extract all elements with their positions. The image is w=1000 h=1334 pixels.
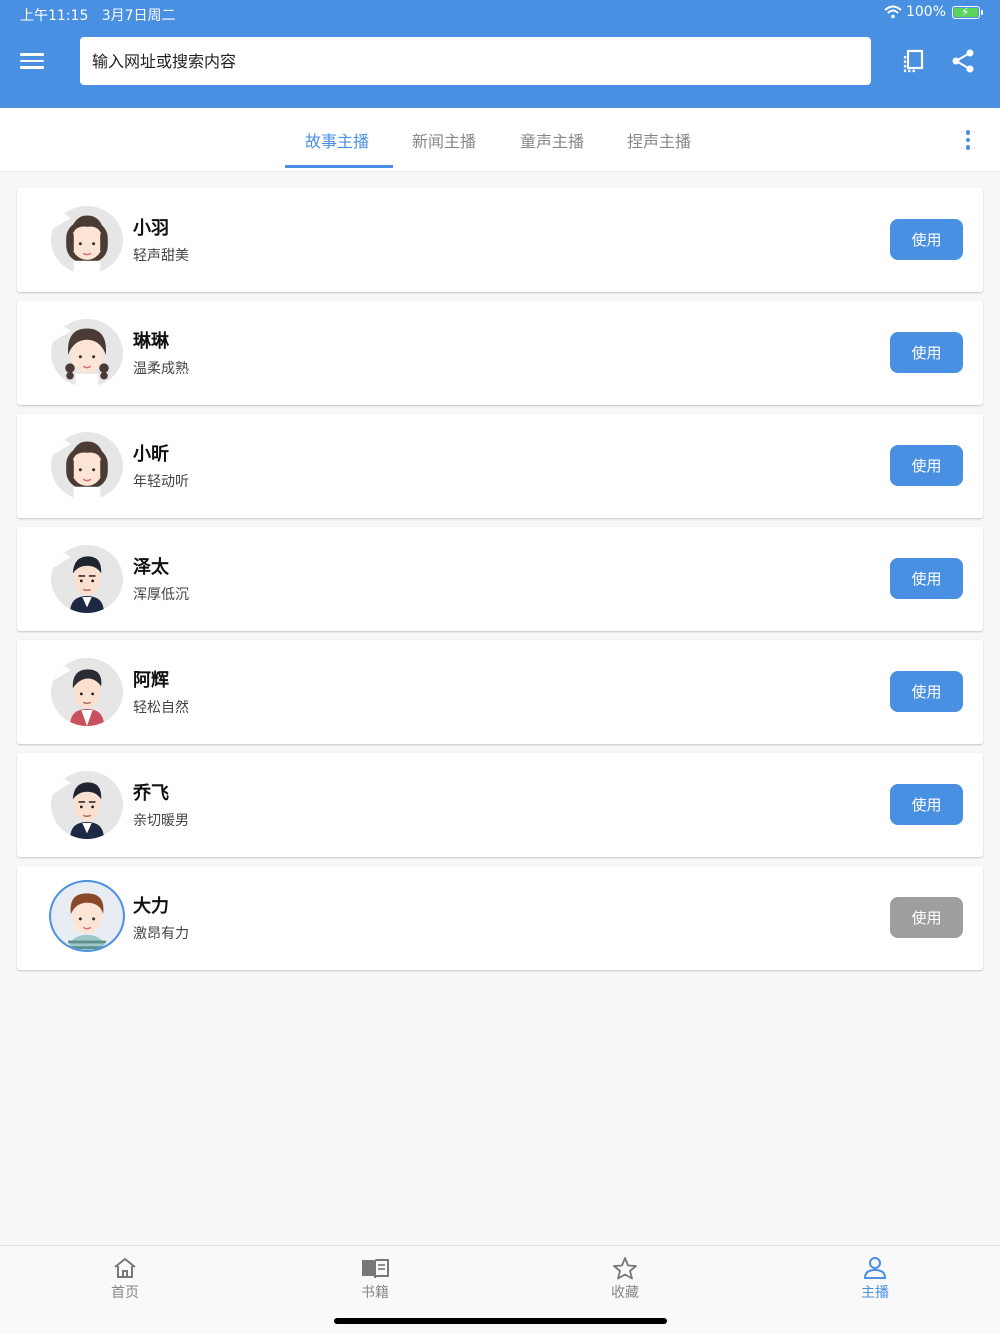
battery-percent: 100% [905, 4, 946, 20]
play-icon[interactable] [51, 206, 71, 230]
play-icon[interactable] [51, 432, 71, 456]
anchor-card: 阿辉 轻松自然 使用 [17, 640, 983, 744]
anchor-name: 小羽 [133, 218, 169, 239]
star-icon [613, 1257, 637, 1280]
search-input[interactable] [80, 37, 871, 85]
nav-books-label: 书籍 [361, 1285, 389, 1301]
anchor-card: 乔飞 亲切暖男 使用 [17, 753, 983, 857]
use-button[interactable]: 使用 [890, 671, 963, 712]
tab-active-indicator [285, 165, 393, 168]
copy-icon[interactable] [897, 44, 931, 78]
play-icon[interactable] [51, 771, 71, 795]
nav-home-label: 首页 [111, 1285, 139, 1301]
nav-favorites[interactable]: 收藏 [585, 1256, 665, 1312]
girl-avatar[interactable] [51, 432, 123, 500]
use-button[interactable]: 使用 [890, 558, 963, 599]
home-icon [114, 1258, 136, 1278]
share-icon[interactable] [946, 44, 980, 78]
anchor-card: 泽太 浑厚低沉 使用 [17, 527, 983, 631]
anchor-desc: 年轻动听 [133, 474, 189, 490]
play-icon[interactable] [51, 658, 71, 682]
anchor-name: 泽太 [133, 557, 169, 578]
wifi-icon [884, 5, 902, 19]
tab-custom-anchors[interactable]: 捏声主播 [627, 128, 691, 152]
boy-avatar[interactable] [49, 880, 125, 952]
battery-icon: ⚡ [952, 5, 983, 19]
play-icon[interactable] [51, 319, 71, 343]
status-bar: 上午11:15 3月7日周二 100% ⚡ [0, 0, 1000, 28]
anchor-name: 大力 [133, 896, 169, 917]
girl-braids-avatar[interactable] [51, 319, 123, 387]
tab-child-anchors[interactable]: 童声主播 [520, 128, 584, 152]
book-icon [362, 1259, 389, 1279]
anchor-name: 琳琳 [133, 331, 169, 352]
anchor-desc: 轻声甜美 [133, 248, 189, 264]
status-time: 上午11:15 3月7日周二 [20, 5, 176, 25]
anchor-desc: 轻松自然 [133, 700, 189, 716]
anchor-name: 小昕 [133, 444, 169, 465]
nav-favorites-label: 收藏 [611, 1285, 639, 1301]
anchor-card-selected: 大力 激昂有力 使用 [17, 866, 983, 970]
status-indicators: 100% ⚡ [884, 4, 983, 20]
top-header: 上午11:15 3月7日周二 100% ⚡ [0, 0, 1000, 108]
use-button[interactable]: 使用 [890, 445, 963, 486]
anchor-desc: 温柔成熟 [133, 361, 189, 377]
man-casual-avatar[interactable] [51, 658, 123, 726]
tab-bar: 故事主播 新闻主播 童声主播 捏声主播 [0, 108, 1000, 172]
play-icon[interactable] [51, 545, 71, 569]
man-suit-avatar[interactable] [51, 545, 123, 613]
menu-button[interactable] [20, 44, 54, 78]
status-time-text: 上午11:15 [20, 8, 89, 24]
person-icon [863, 1257, 887, 1279]
status-date-text: 3月7日周二 [101, 8, 176, 24]
use-button[interactable]: 使用 [890, 332, 963, 373]
anchor-card: 琳琳 温柔成熟 使用 [17, 301, 983, 405]
use-button[interactable]: 使用 [890, 219, 963, 260]
tab-story-anchors[interactable]: 故事主播 [305, 128, 369, 152]
anchor-name: 阿辉 [133, 670, 169, 691]
tab-news-anchors[interactable]: 新闻主播 [412, 128, 476, 152]
nav-books[interactable]: 书籍 [335, 1256, 415, 1312]
anchor-desc: 浑厚低沉 [133, 587, 189, 603]
anchor-desc: 亲切暖男 [133, 813, 189, 829]
anchor-card: 小昕 年轻动听 使用 [17, 414, 983, 518]
anchor-name: 乔飞 [133, 783, 169, 804]
nav-anchors[interactable]: 主播 [835, 1256, 915, 1312]
home-indicator [334, 1318, 667, 1324]
girl-avatar[interactable] [51, 206, 123, 274]
anchor-desc: 激昂有力 [133, 926, 189, 942]
more-vertical-icon[interactable] [956, 126, 980, 154]
use-button-disabled[interactable]: 使用 [890, 897, 963, 938]
man-suit-avatar[interactable] [51, 771, 123, 839]
nav-home[interactable]: 首页 [85, 1256, 165, 1312]
nav-anchors-label: 主播 [861, 1285, 889, 1301]
use-button[interactable]: 使用 [890, 784, 963, 825]
anchor-card: 小羽 轻声甜美 使用 [17, 188, 983, 292]
